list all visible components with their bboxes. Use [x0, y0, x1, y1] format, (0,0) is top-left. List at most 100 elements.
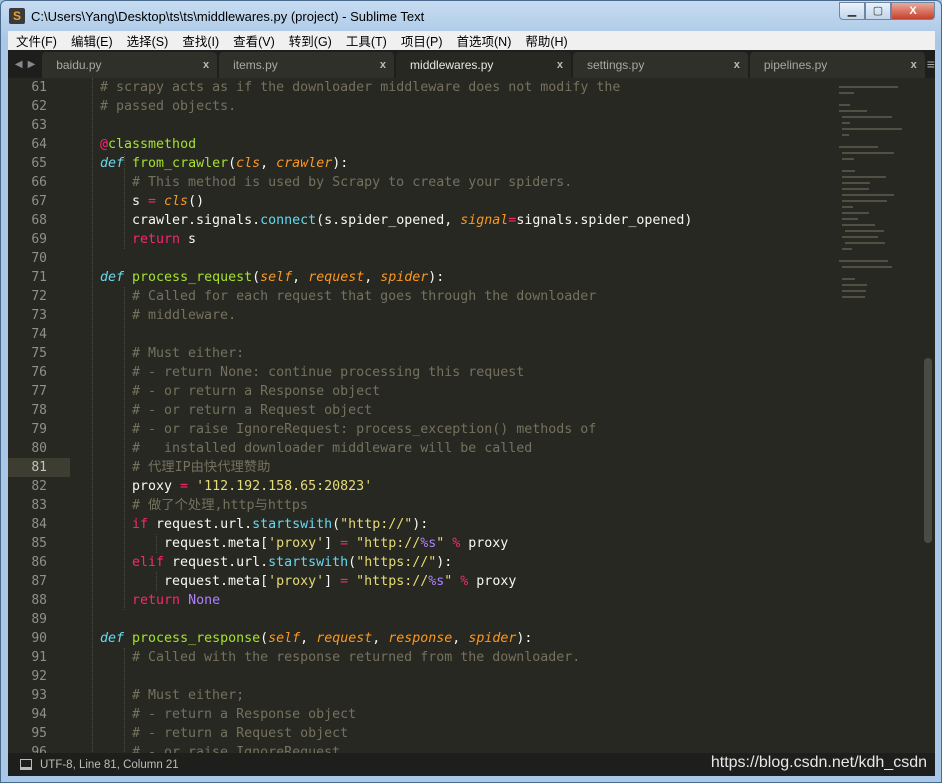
menu-item[interactable]: 首选项(N) — [449, 31, 518, 50]
code-token: , — [372, 631, 389, 646]
menu-item[interactable]: 查找(I) — [174, 31, 225, 50]
minimap-line — [842, 236, 878, 238]
minimap-line — [842, 296, 866, 298]
watermark: https://blog.csdn.net/kdh_csdn — [710, 754, 927, 771]
code-token: # installed downloader middleware will b… — [132, 441, 533, 456]
close-button[interactable]: X — [891, 2, 935, 20]
code-token: request — [316, 631, 373, 646]
minimap-line — [845, 242, 885, 244]
code-line: s = cls() — [132, 192, 204, 211]
tab-close-icon[interactable]: x — [203, 59, 209, 71]
code-token: startswith — [268, 555, 349, 570]
code-token: # Must either: — [132, 346, 245, 361]
code-line: # 做了个处理,http与https — [132, 496, 308, 515]
code-token: ( — [228, 156, 237, 171]
tab-prev-icon[interactable]: ◀ — [15, 59, 23, 70]
tab-close-icon[interactable]: x — [557, 59, 563, 71]
line-number: 68 — [31, 213, 47, 228]
code-token: self — [260, 270, 293, 285]
code-token: "http://" — [340, 517, 413, 532]
vertical-scrollbar[interactable] — [921, 78, 935, 753]
code-token: = — [148, 194, 157, 209]
tab-next-icon[interactable]: ▶ — [28, 59, 36, 70]
tab-close-icon[interactable]: x — [911, 59, 917, 71]
tab-pipelines[interactable]: pipelines.py x — [749, 52, 925, 78]
code-token: proxy — [132, 479, 181, 494]
tab-close-icon[interactable]: x — [734, 59, 740, 71]
sublime-window: S C:\Users\Yang\Desktop\ts\ts\middleware… — [0, 0, 942, 783]
indent-guide — [124, 648, 125, 753]
code-line: def process_response(self, request, resp… — [100, 629, 532, 648]
menu-item[interactable]: 文件(F) — [8, 31, 63, 50]
menu-item[interactable]: 编辑(E) — [63, 31, 119, 50]
tab-settings[interactable]: settings.py x — [572, 52, 748, 78]
menu-item[interactable]: 工具(T) — [338, 31, 393, 50]
tab-items[interactable]: items.py x — [219, 52, 395, 78]
indent-guide — [124, 287, 125, 610]
code-token: # scrapy acts as if the downloader middl… — [100, 80, 621, 95]
tab-close-icon[interactable]: x — [380, 59, 386, 71]
code-token: 'proxy' — [268, 536, 325, 551]
line-number: 93 — [31, 688, 47, 703]
code-token: spider — [380, 270, 429, 285]
code-token: # middleware. — [132, 308, 237, 323]
panel-toggle-icon[interactable] — [20, 759, 32, 770]
minimap-line — [842, 248, 852, 250]
line-number: 71 — [31, 270, 47, 285]
scrollbar-thumb[interactable] — [924, 358, 932, 543]
code-line: if request.url.startswith("http://"): — [132, 515, 428, 534]
tab-navigation[interactable]: ◀ ▶ — [8, 50, 42, 78]
code-token: # Called for each request that goes thro… — [132, 289, 597, 304]
line-number: 82 — [31, 479, 47, 494]
menu-item[interactable]: 帮助(H) — [517, 31, 573, 50]
code-token: # passed objects. — [100, 99, 237, 114]
code-token: ( — [260, 631, 269, 646]
code-token: # This method is used by Scrapy to creat… — [132, 175, 573, 190]
minimap-line — [842, 278, 855, 280]
tab-label: settings.py — [586, 58, 645, 72]
menu-item[interactable]: 选择(S) — [119, 31, 175, 50]
line-number: 74 — [31, 327, 47, 342]
code-token: if — [132, 517, 149, 532]
code-token: proxy — [468, 574, 517, 589]
menu-bar: 文件(F) 编辑(E) 选择(S) 查找(I) 查看(V) 转到(G) 工具(T) 项目(P)… — [8, 31, 935, 50]
line-number: 84 — [31, 517, 47, 532]
code-token: ): — [412, 517, 429, 532]
code-token: self — [268, 631, 301, 646]
maximize-button[interactable]: ▢ — [865, 2, 891, 20]
tab-label: baidu.py — [56, 58, 102, 72]
tab-label: items.py — [233, 58, 278, 72]
editor[interactable]: 61 62 63 64 65 66 67 68 69 70 71 72 73 74 75 76 77 78 79 80… — [8, 78, 935, 753]
window-title: C:\Users\Yang\Desktop\ts\ts\middlewares.… — [31, 8, 425, 24]
minimap[interactable] — [836, 78, 923, 308]
minimap-line — [842, 128, 902, 130]
line-number: 80 — [31, 441, 47, 456]
menu-item[interactable]: 转到(G) — [281, 31, 338, 50]
menu-item[interactable]: 项目(P) — [393, 31, 449, 50]
minimize-button[interactable]: ▁ — [839, 2, 865, 20]
code-line: # - or return a Response object — [132, 382, 380, 401]
code-token: # - or raise IgnoreRequest: process_exce… — [132, 422, 597, 437]
code-token: , — [300, 631, 317, 646]
line-number: 83 — [31, 498, 47, 513]
line-number: 62 — [31, 99, 47, 114]
line-number: 92 — [31, 669, 47, 684]
tab-list-menu-icon[interactable]: ≡ — [927, 50, 935, 78]
code-line: # passed objects. — [100, 97, 236, 116]
tab-middlewares[interactable]: middlewares.py x — [396, 52, 571, 78]
tab-baidu[interactable]: baidu.py x — [42, 52, 218, 78]
code-token: , — [364, 270, 381, 285]
minimap-line — [839, 104, 850, 106]
line-number: 96 — [31, 745, 47, 753]
line-number: 88 — [31, 593, 47, 608]
code-token: proxy — [460, 536, 509, 551]
tab-bar: ◀ ▶ baidu.py x items.py x middlewares.py x sett… — [8, 50, 935, 78]
menu-item[interactable]: 查看(V) — [225, 31, 281, 50]
code-line: def process_request(self, request, spide… — [100, 268, 444, 287]
code-token: @ — [100, 137, 109, 152]
code-token: # Must either; — [132, 688, 245, 703]
code-token: # 做了个处理,http与https — [132, 498, 308, 513]
indent-guide — [124, 154, 125, 249]
code-token: return — [132, 593, 181, 608]
